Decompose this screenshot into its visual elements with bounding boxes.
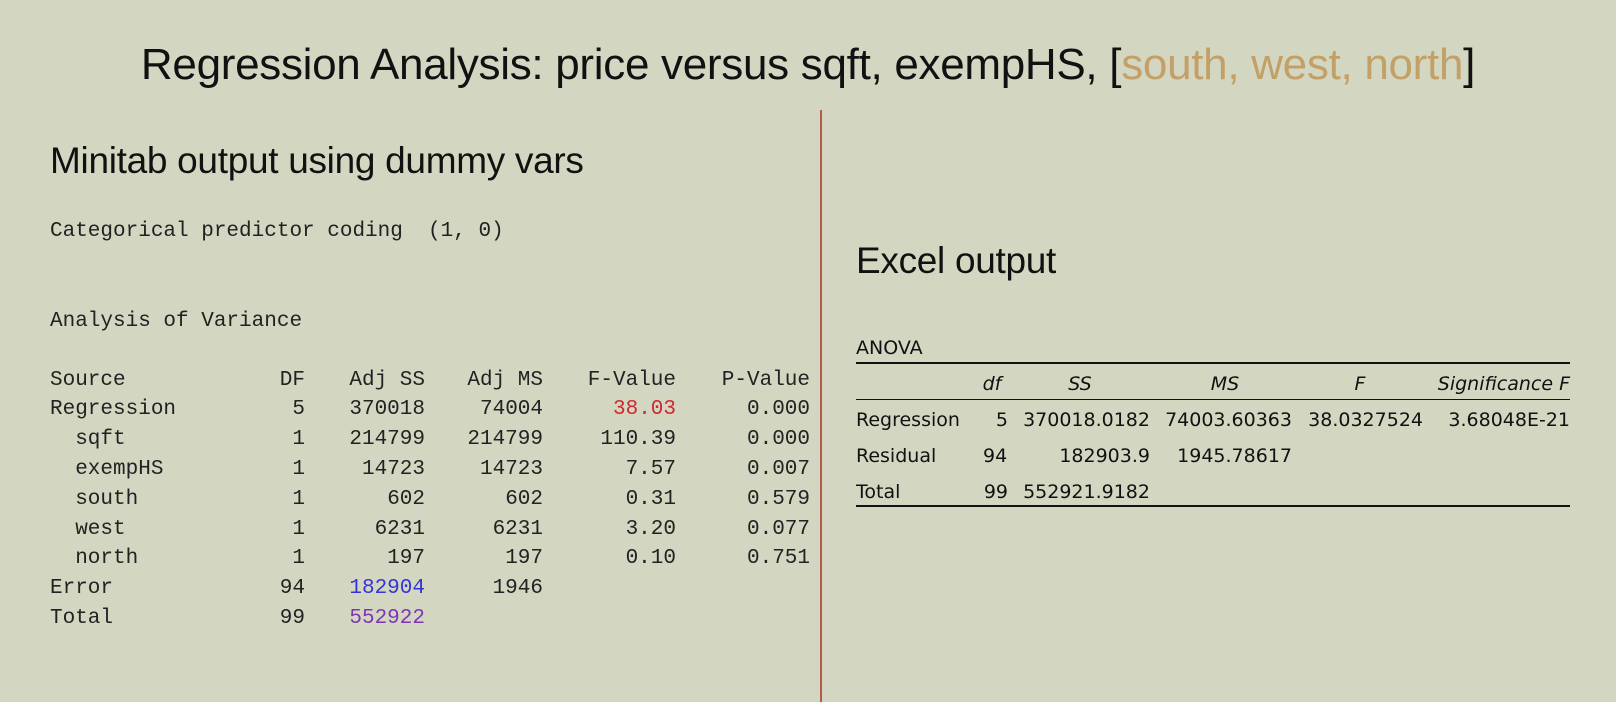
title-prefix: Regression Analysis: price versus sqft, …	[140, 40, 1122, 89]
col-adj-ss: Adj SS	[349, 369, 425, 392]
excel-col-f: F	[1354, 373, 1366, 395]
row-source: south	[50, 488, 139, 511]
row-p-value: 0.007	[746, 458, 810, 481]
col-source: Source	[50, 369, 126, 392]
row-df: 1	[292, 428, 305, 451]
row-adj-ms: 14723	[479, 458, 543, 481]
minitab-heading: Minitab output using dummy vars	[50, 140, 584, 181]
table-top-rule	[856, 362, 1570, 364]
excel-heading: Excel output	[856, 240, 1057, 281]
row-source: Regression	[50, 398, 177, 421]
excel-row-source: Regression	[856, 409, 960, 431]
table-row: sqft 1 214799 214799 110.39 0.000	[50, 428, 810, 458]
row-f-value: 3.20	[625, 518, 676, 541]
excel-row-f: 38.0327524	[1308, 409, 1423, 431]
row-p-value: 0.000	[746, 428, 810, 451]
row-df: 5	[292, 398, 305, 421]
row-p-value: 0.751	[746, 547, 810, 570]
col-f-value: F-Value	[587, 369, 676, 392]
row-adj-ss: 197	[387, 547, 425, 570]
excel-row-source: Residual	[856, 445, 937, 467]
row-f-value: 0.31	[625, 488, 676, 511]
row-df: 99	[279, 607, 305, 630]
excel-row-source: Total	[856, 481, 901, 503]
row-p-value: 0.579	[746, 488, 810, 511]
row-df: 1	[292, 458, 305, 481]
coding-line: Categorical predictor coding (1, 0)	[50, 220, 504, 243]
excel-row-df: 99	[983, 481, 1008, 503]
row-f-value: 110.39	[600, 428, 676, 451]
table-bottom-rule	[856, 505, 1570, 507]
excel-row-df: 94	[983, 445, 1008, 467]
row-source: Error	[50, 577, 114, 600]
excel-row-ss: 552921.9182	[1023, 481, 1150, 503]
anova-heading: Analysis of Variance	[50, 310, 303, 333]
table-row: north 1 197 197 0.10 0.751	[50, 547, 810, 577]
row-adj-ss: 370018	[349, 398, 425, 421]
excel-col-df: df	[982, 373, 1002, 395]
excel-row-df: 5	[995, 409, 1008, 431]
row-df: 94	[279, 577, 305, 600]
excel-row-ss: 182903.9	[1059, 445, 1150, 467]
row-p-value: 0.000	[746, 398, 810, 421]
row-adj-ms: 74004	[479, 398, 543, 421]
row-df: 1	[292, 518, 305, 541]
row-adj-ms: 214799	[467, 428, 543, 451]
row-adj-ms: 602	[505, 488, 543, 511]
title-suffix: ]	[1463, 40, 1476, 89]
row-source: sqft	[50, 428, 126, 451]
table-row: Total 99 552922	[50, 607, 770, 637]
row-f-value: 7.57	[625, 458, 676, 481]
row-adj-ss: 182904	[349, 577, 425, 600]
table-row: exempHS 1 14723 14723 7.57 0.007	[50, 458, 810, 488]
row-adj-ss: 6231	[374, 518, 425, 541]
excel-col-significance: Significance F	[1437, 373, 1570, 395]
anova-label: ANOVA	[856, 337, 923, 359]
row-p-value: 0.077	[746, 518, 810, 541]
col-df: DF	[279, 369, 305, 392]
row-source: north	[50, 547, 139, 570]
table-row: west 1 6231 6231 3.20 0.077	[50, 518, 810, 548]
row-adj-ms: 1946	[492, 577, 543, 600]
row-adj-ss: 14723	[361, 458, 425, 481]
row-f-value: 38.03	[612, 398, 676, 421]
minitab-header-row: Source DF Adj SS Adj MS F-Value P-Value	[50, 369, 810, 399]
table-row: south 1 602 602 0.31 0.579	[50, 488, 810, 518]
row-df: 1	[292, 488, 305, 511]
table-row: Regression 5 370018 74004 38.03 0.000	[50, 398, 810, 428]
excel-col-ss: SS	[1068, 373, 1092, 395]
row-adj-ms: 197	[505, 547, 543, 570]
page-title: Regression Analysis: price versus sqft, …	[0, 40, 1616, 90]
row-adj-ss: 214799	[349, 428, 425, 451]
header-rule	[856, 399, 1570, 400]
column-divider	[820, 110, 822, 702]
row-source: Total	[50, 607, 114, 630]
row-source: west	[50, 518, 126, 541]
row-adj-ms: 6231	[492, 518, 543, 541]
excel-row-ms: 74003.60363	[1165, 409, 1292, 431]
excel-col-ms: MS	[1210, 373, 1240, 395]
excel-row-ms: 1945.78617	[1177, 445, 1292, 467]
col-adj-ms: Adj MS	[467, 369, 543, 392]
title-highlight: south, west, north	[1121, 40, 1464, 89]
col-p-value: P-Value	[721, 369, 810, 392]
row-f-value: 0.10	[625, 547, 676, 570]
row-adj-ss: 602	[387, 488, 425, 511]
table-row: Error 94 182904 1946	[50, 577, 770, 607]
excel-row-significance: 3.68048E-21	[1448, 409, 1570, 431]
row-df: 1	[292, 547, 305, 570]
excel-row-ss: 370018.0182	[1023, 409, 1150, 431]
row-source: exempHS	[50, 458, 164, 481]
row-adj-ss: 552922	[349, 607, 425, 630]
